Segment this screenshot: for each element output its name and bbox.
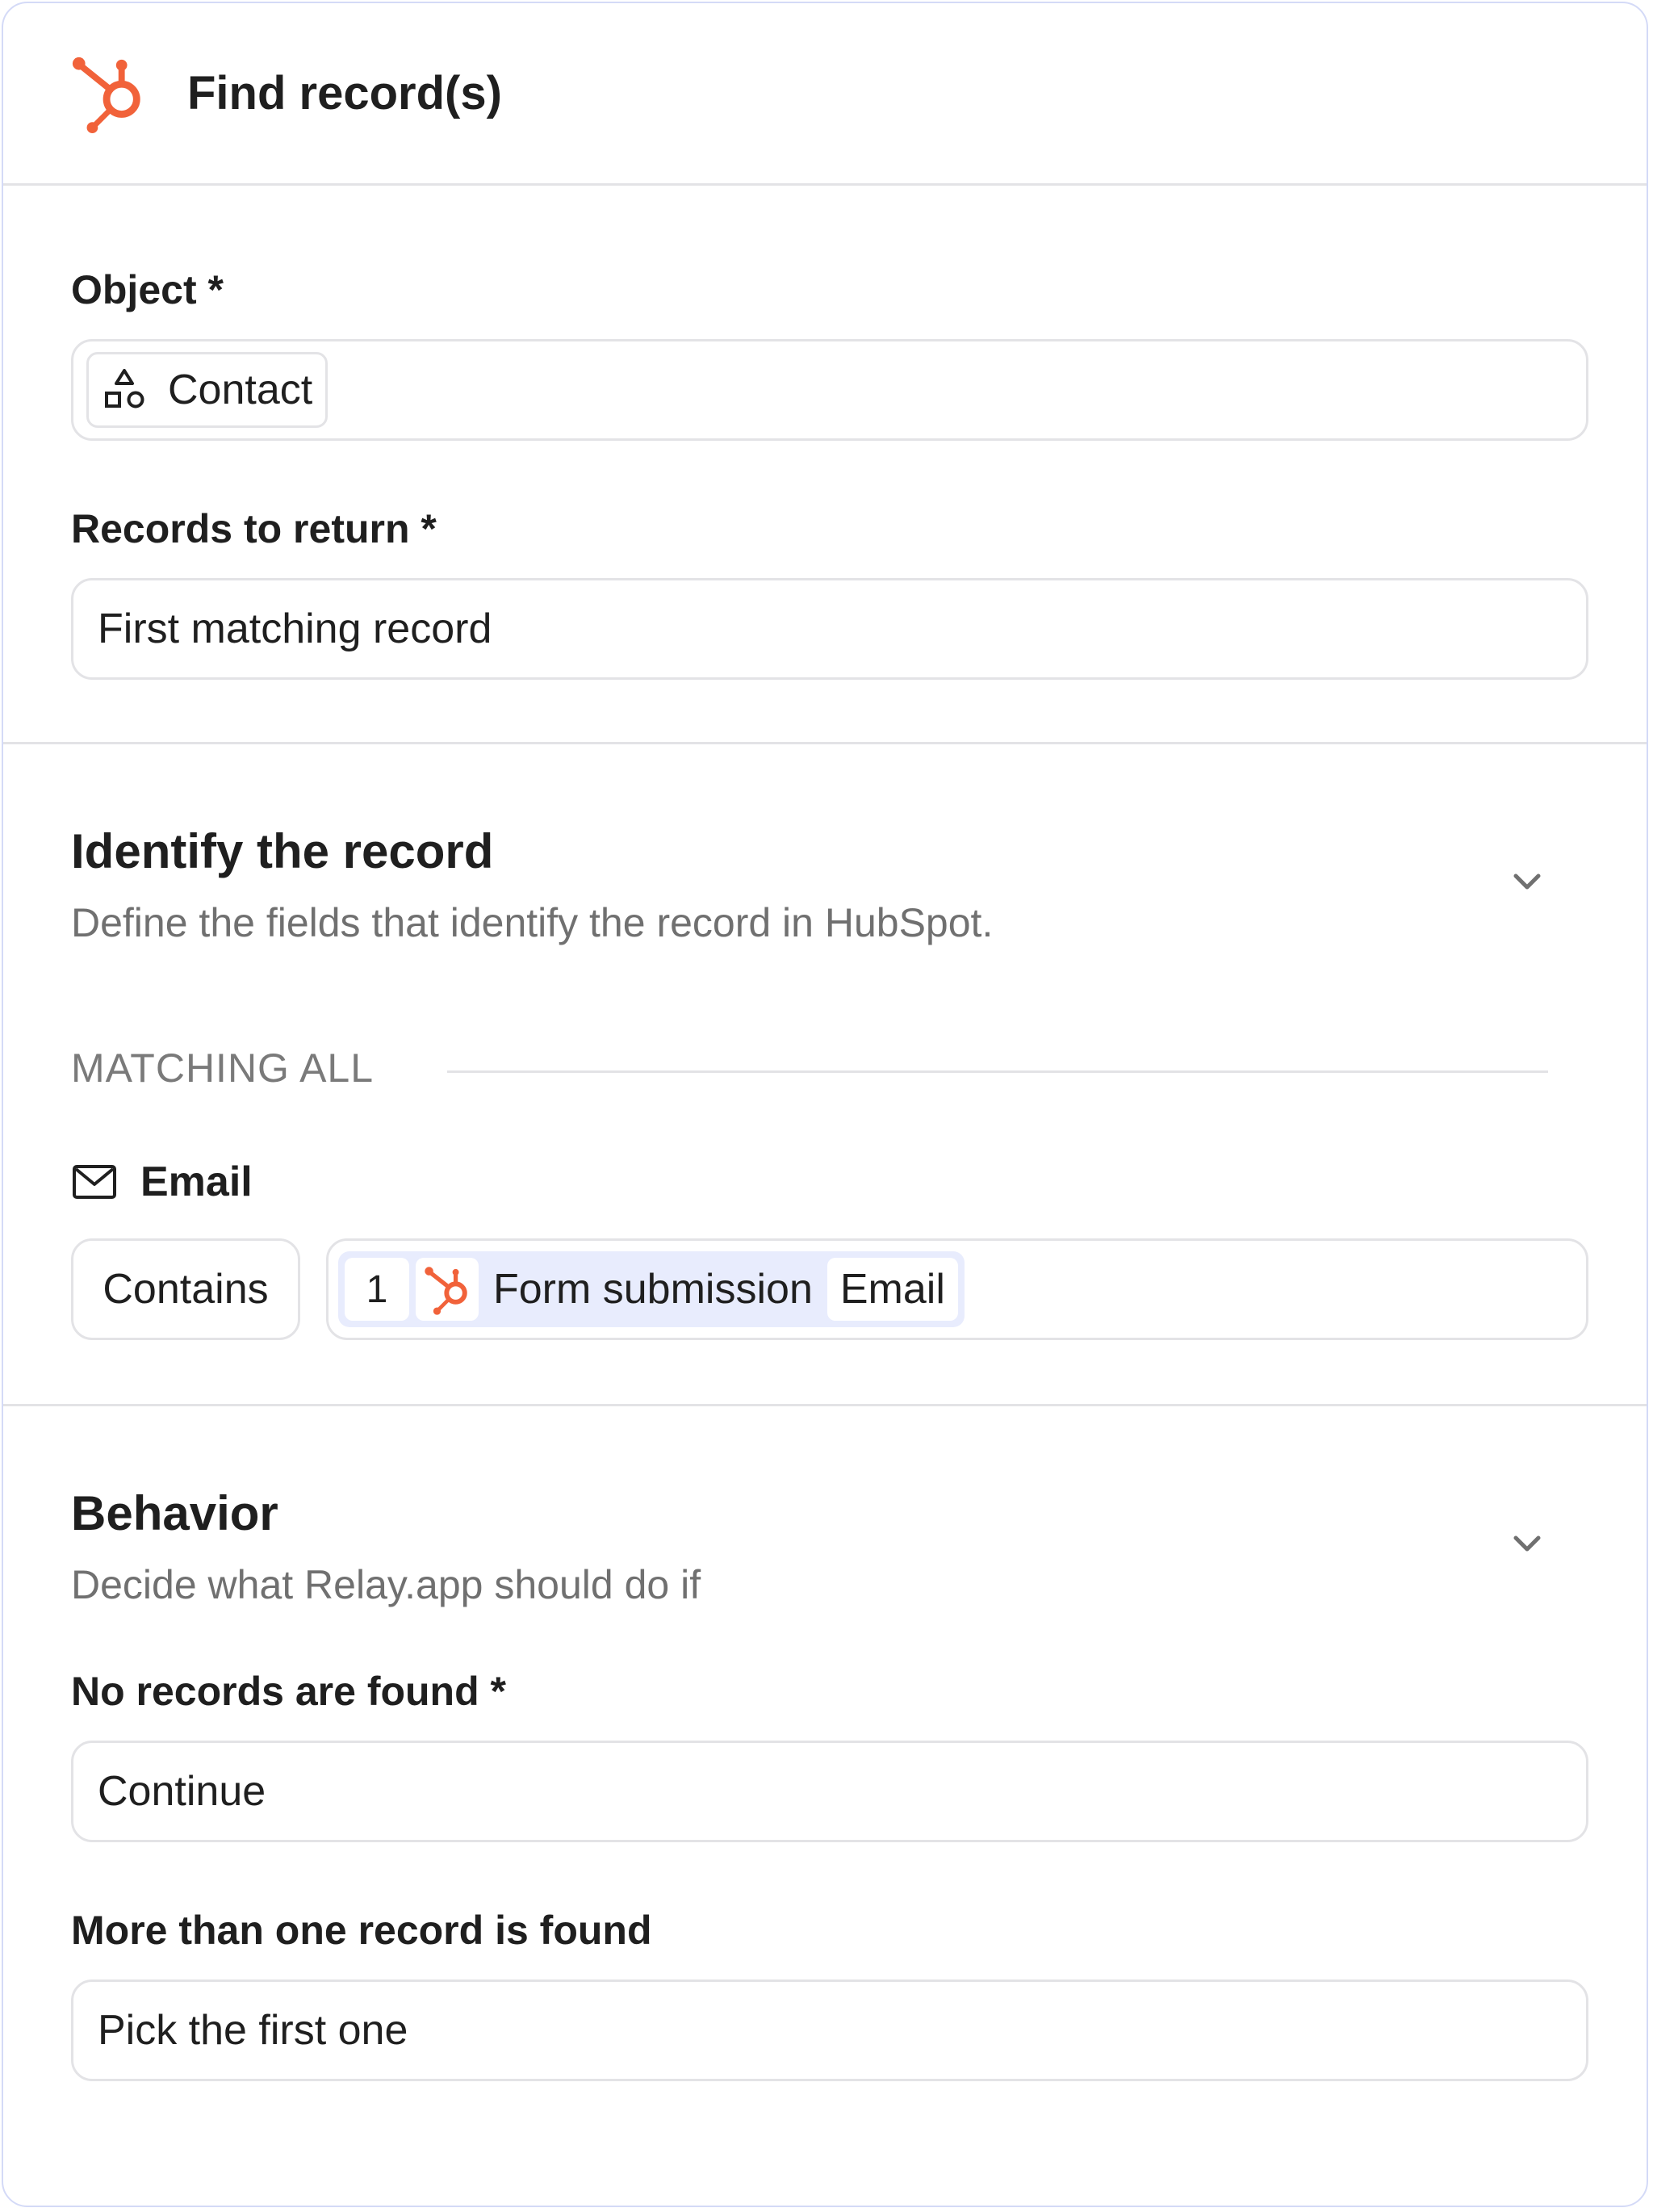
chevron-down-icon[interactable]	[1508, 1524, 1546, 1563]
operator-select[interactable]: Contains	[71, 1238, 300, 1340]
identify-subtitle: Define the fields that identify the reco…	[71, 900, 994, 945]
no-records-label: No records are found *	[71, 1669, 506, 1714]
records-to-return-label: Records to return *	[71, 506, 437, 551]
multiple-records-label: More than one record is found	[71, 1908, 652, 1953]
email-field-label: Email	[71, 1158, 253, 1206]
panel-title: Find record(s)	[187, 67, 502, 119]
no-records-select[interactable]: Continue	[71, 1741, 1588, 1842]
behavior-title: Behavior	[71, 1486, 278, 1540]
email-label-text: Email	[140, 1158, 253, 1205]
operator-value: Contains	[103, 1266, 269, 1313]
object-label: Object *	[71, 267, 224, 312]
token-step-number: 1	[345, 1258, 409, 1321]
token-source-icon	[416, 1258, 479, 1321]
token-source: Form submission	[493, 1266, 813, 1313]
multiple-records-value: Pick the first one	[98, 2007, 408, 2054]
hubspot-icon	[72, 57, 140, 133]
divider	[447, 1070, 1548, 1073]
no-records-value: Continue	[98, 1768, 266, 1815]
records-to-return-select[interactable]: First matching record	[71, 578, 1588, 680]
object-section: Object * Contact Records to return * Fir…	[3, 186, 1647, 744]
email-value-input[interactable]: 1 Form submission Email	[326, 1238, 1588, 1340]
token-field: Email	[826, 1258, 958, 1321]
multiple-records-select[interactable]: Pick the first one	[71, 1979, 1588, 2081]
find-records-panel: Find record(s) Object * Contact Records …	[2, 2, 1648, 2207]
shapes-icon	[105, 369, 144, 408]
chevron-down-icon[interactable]	[1508, 862, 1546, 901]
identify-title: Identify the record	[71, 824, 494, 878]
matching-all-label: MATCHING ALL	[71, 1045, 375, 1091]
hubspot-icon	[425, 1267, 467, 1315]
identify-section: Identify the record Define the fields th…	[3, 744, 1647, 1406]
object-chip: Contact	[86, 352, 329, 428]
records-to-return-value: First matching record	[98, 605, 492, 652]
behavior-subtitle: Decide what Relay.app should do if	[71, 1562, 701, 1607]
object-value: Contact	[168, 367, 313, 413]
behavior-section: Behavior Decide what Relay.app should do…	[3, 1406, 1647, 2206]
object-select[interactable]: Contact	[71, 339, 1588, 441]
variable-token[interactable]: 1 Form submission Email	[338, 1251, 965, 1327]
panel-header: Find record(s)	[3, 3, 1647, 186]
mail-icon	[73, 1165, 116, 1199]
